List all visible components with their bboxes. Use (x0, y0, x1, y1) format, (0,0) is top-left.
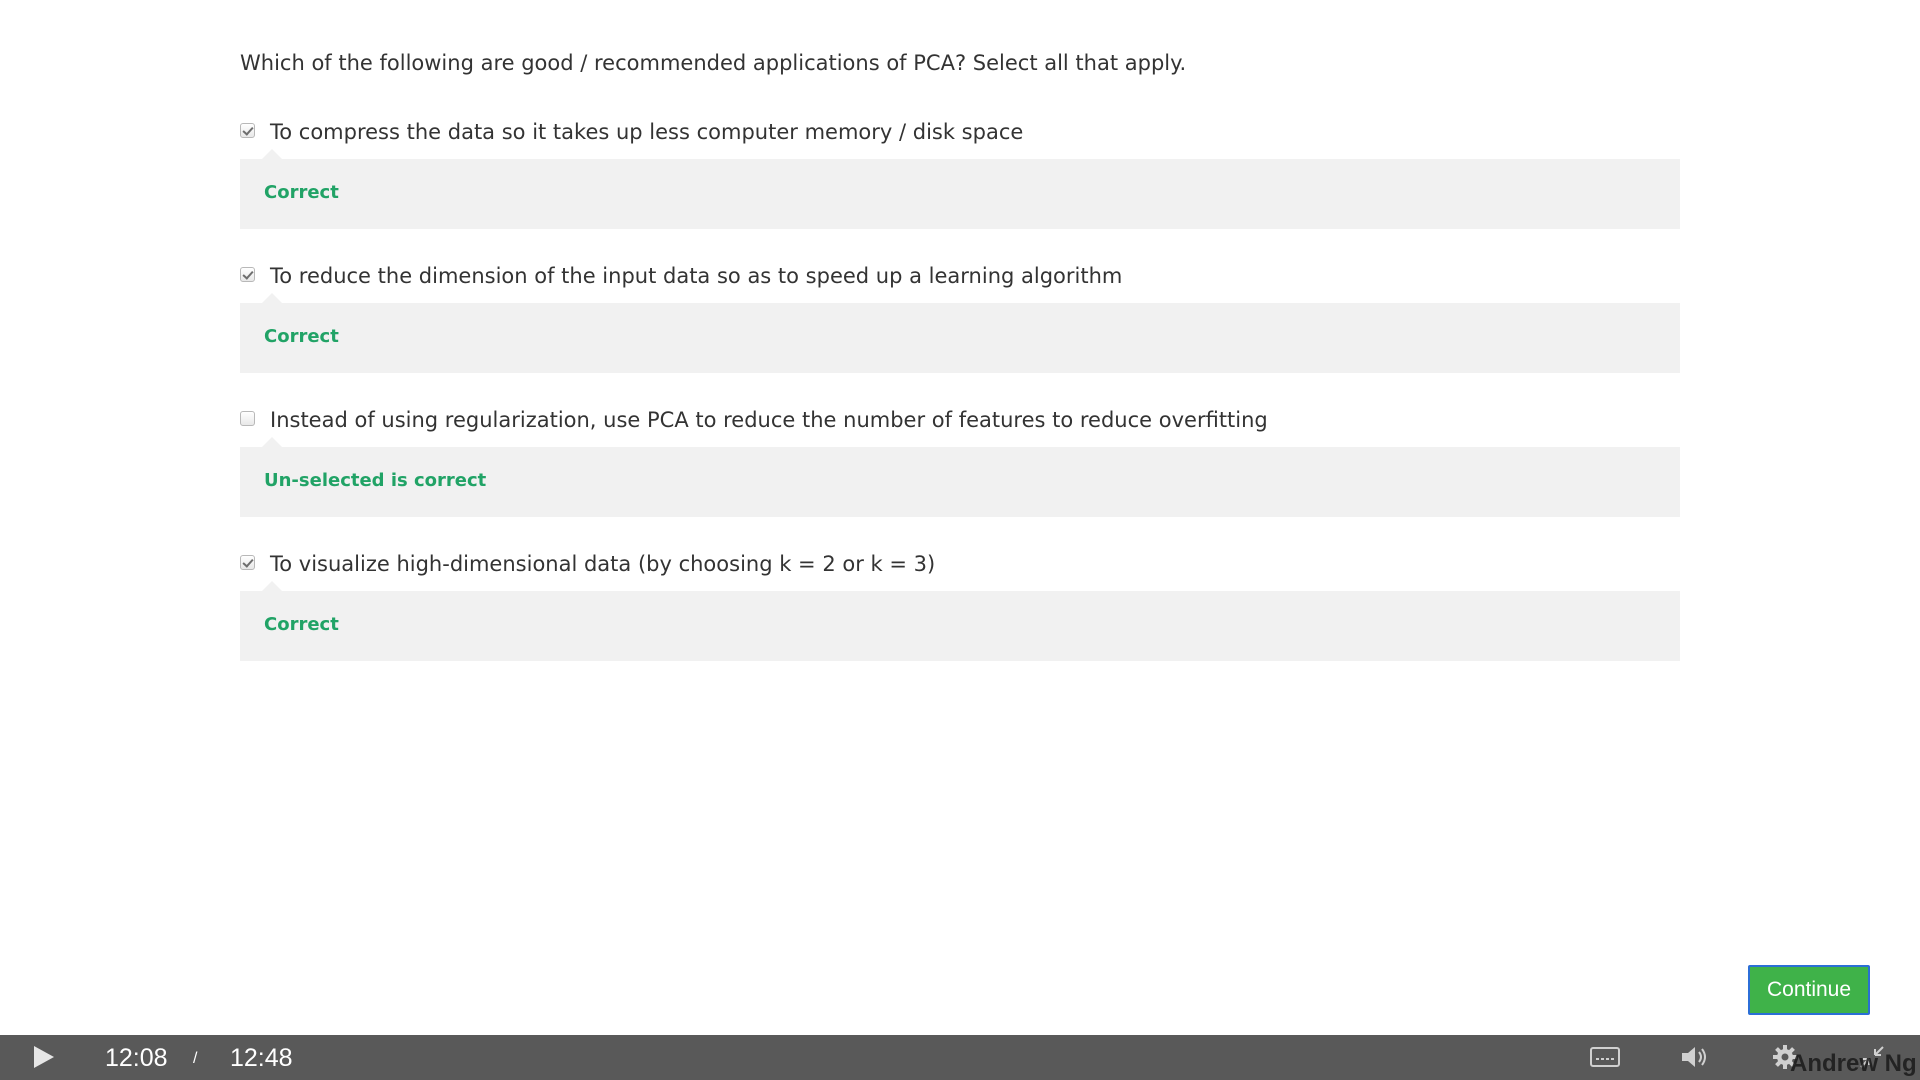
cc-icon[interactable] (1590, 1043, 1620, 1071)
option-row: To visualize high-dimensional data (by c… (240, 549, 1680, 579)
feedback-box: Correct (240, 581, 1680, 661)
feedback-box: Correct (240, 293, 1680, 373)
feedback-box: Un-selected is correct (240, 437, 1680, 517)
question-text: Which of the following are good / recomm… (240, 51, 1187, 75)
option-label[interactable]: To reduce the dimension of the input dat… (270, 261, 1122, 291)
play-icon[interactable] (30, 1044, 56, 1070)
feedback-text: Un-selected is correct (264, 470, 487, 491)
option-checkbox[interactable] (240, 411, 255, 426)
option-item: To compress the data so it takes up less… (240, 117, 1680, 261)
total-time: 12:48 (230, 1044, 293, 1072)
option-checkbox[interactable] (240, 555, 255, 570)
option-row: To compress the data so it takes up less… (240, 117, 1680, 147)
options-list: To compress the data so it takes up less… (240, 117, 1680, 693)
option-checkbox[interactable] (240, 267, 255, 282)
presenter-watermark: Andrew Ng (1790, 1050, 1917, 1077)
option-item: To visualize high-dimensional data (by c… (240, 549, 1680, 693)
video-control-bar: 12:08 / 12:48 (0, 1035, 1920, 1080)
option-checkbox[interactable] (240, 123, 255, 138)
option-item: To reduce the dimension of the input dat… (240, 261, 1680, 405)
option-item: Instead of using regularization, use PCA… (240, 405, 1680, 549)
option-label[interactable]: To compress the data so it takes up less… (270, 117, 1023, 147)
current-time: 12:08 (105, 1044, 168, 1072)
option-row: Instead of using regularization, use PCA… (240, 405, 1680, 435)
feedback-box: Correct (240, 149, 1680, 229)
feedback-text: Correct (264, 326, 339, 347)
time-separator: / (193, 1050, 198, 1067)
volume-icon[interactable] (1680, 1043, 1710, 1071)
feedback-text: Correct (264, 614, 339, 635)
feedback-text: Correct (264, 182, 339, 203)
option-label[interactable]: Instead of using regularization, use PCA… (270, 405, 1268, 435)
option-label[interactable]: To visualize high-dimensional data (by c… (270, 549, 935, 579)
continue-button[interactable]: Continue (1748, 965, 1870, 1015)
quiz-page: Which of the following are good / recomm… (0, 0, 1920, 1080)
option-row: To reduce the dimension of the input dat… (240, 261, 1680, 291)
